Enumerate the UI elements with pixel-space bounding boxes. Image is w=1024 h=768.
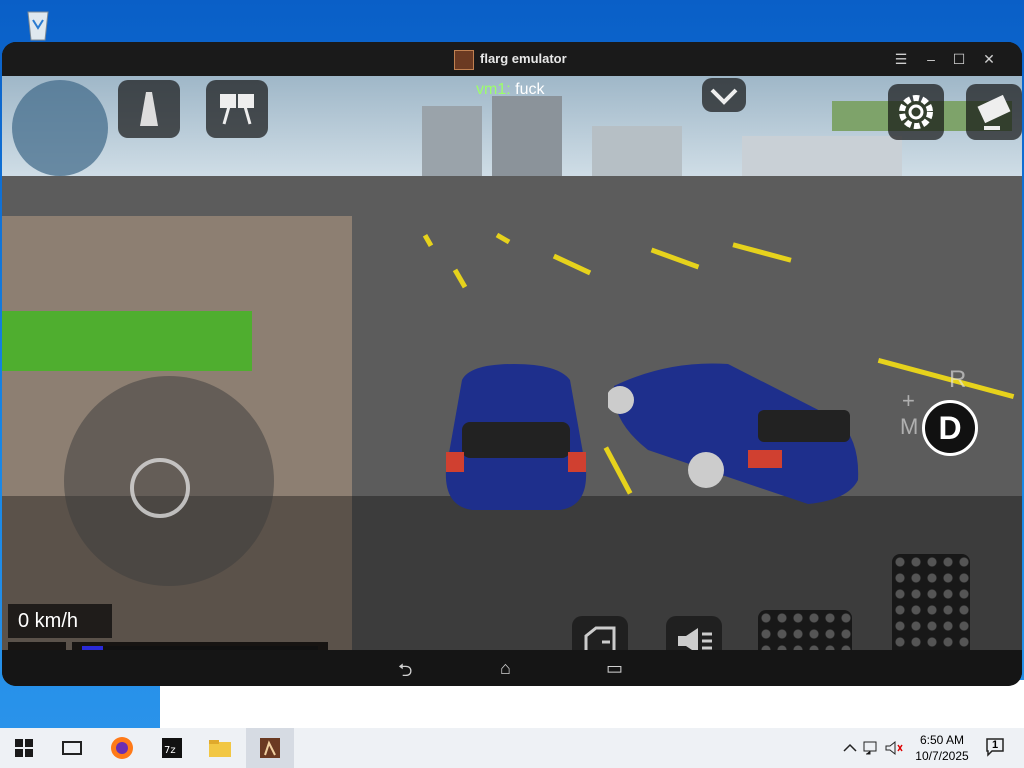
- camera-icon[interactable]: [966, 84, 1022, 140]
- close-icon[interactable]: ✕: [978, 49, 1000, 69]
- windows-start-icon[interactable]: [10, 734, 38, 762]
- svg-text:7z: 7z: [164, 745, 176, 756]
- firefox-icon[interactable]: [108, 734, 136, 762]
- speedometer: 0 km/h: [8, 604, 112, 638]
- door-icon[interactable]: [572, 616, 628, 650]
- manual-gear-label[interactable]: M: [900, 414, 918, 440]
- gear-plus-label[interactable]: +: [902, 388, 915, 414]
- emulator-app-icon: [454, 50, 474, 70]
- clock-date: 10/7/2025: [915, 749, 969, 763]
- tachometer: 012345678: [72, 642, 328, 650]
- taskbar: 7z 6:50 AM 10/7/2025 1: [0, 728, 1024, 768]
- race-flags-icon[interactable]: [206, 80, 268, 138]
- minimap[interactable]: [12, 80, 108, 176]
- chat-user: vm1:: [476, 81, 511, 98]
- reverse-gear-label[interactable]: R: [949, 366, 966, 394]
- horn-icon[interactable]: [666, 616, 722, 650]
- game-viewport[interactable]: vm1: fuck R + M D 0 km/h D 012345678: [2, 76, 1022, 650]
- home-icon[interactable]: ⌂: [500, 658, 511, 679]
- chat-line: vm1: fuck: [476, 81, 544, 99]
- gear-selector[interactable]: D: [922, 400, 978, 456]
- 7zip-icon[interactable]: 7z: [158, 734, 186, 762]
- task-view-icon[interactable]: [58, 734, 86, 762]
- chevron-down-icon[interactable]: [702, 78, 746, 112]
- brake-pedal[interactable]: [758, 610, 852, 650]
- background-window: [160, 680, 1024, 728]
- recycle-bin-icon[interactable]: [18, 6, 58, 42]
- road-view-icon[interactable]: [118, 80, 180, 138]
- flarg-emulator-icon[interactable]: [256, 734, 284, 762]
- settings-gear-icon[interactable]: [888, 84, 944, 140]
- android-navbar: ⮌ ⌂ ▭: [2, 650, 1022, 686]
- notification-center-icon[interactable]: 1: [984, 736, 1006, 758]
- maximize-icon[interactable]: ☐: [948, 49, 970, 69]
- notification-count: 1: [992, 739, 999, 751]
- grass-patch: [2, 311, 252, 371]
- menu-icon[interactable]: ☰: [890, 49, 912, 69]
- steering-knob[interactable]: [130, 458, 190, 518]
- player-car: [445, 364, 587, 510]
- window-title: flarg emulator: [480, 51, 567, 66]
- other-car: [608, 363, 859, 504]
- emulator-window: flarg emulator ☰ – ☐ ✕ vm1: fuck R + M D…: [2, 42, 1022, 686]
- recents-icon[interactable]: ▭: [606, 658, 623, 679]
- gas-pedal[interactable]: [892, 554, 970, 650]
- file-explorer-icon[interactable]: [206, 734, 234, 762]
- system-clock[interactable]: 6:50 AM 10/7/2025: [906, 732, 978, 764]
- emulator-titlebar[interactable]: flarg emulator ☰ – ☐ ✕: [2, 42, 1022, 76]
- minimize-icon[interactable]: –: [920, 49, 942, 69]
- gear-indicator: D: [8, 642, 66, 650]
- volume-icon[interactable]: [880, 734, 908, 762]
- clock-time: 6:50 AM: [919, 733, 965, 747]
- chat-message: fuck: [515, 81, 545, 98]
- back-icon[interactable]: ⮌: [398, 658, 412, 686]
